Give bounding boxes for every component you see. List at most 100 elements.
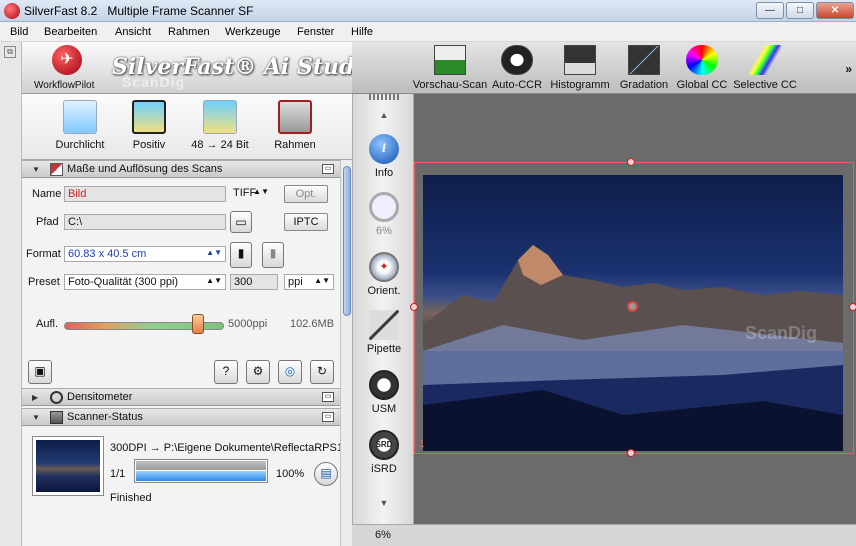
- collapse-triangle-icon[interactable]: ▼: [32, 165, 40, 174]
- resolution-slider-thumb[interactable]: [192, 314, 205, 334]
- thumbnail-image: [36, 440, 100, 492]
- tool-isrd[interactable]: SRD iSRD: [353, 430, 415, 475]
- title-bar: SilverFast 8.2 Multiple Frame Scanner SF…: [0, 0, 856, 22]
- info-icon: i: [369, 134, 399, 164]
- scanner-status-body: 300DPI → P:\Eigene Dokumente\ReflectaRPS…: [22, 430, 342, 546]
- menu-fenster[interactable]: Fenster: [297, 26, 334, 38]
- menu-hilfe[interactable]: Hilfe: [351, 26, 373, 38]
- drag-grip[interactable]: [369, 94, 399, 100]
- tool-label: Orient.: [367, 285, 401, 297]
- tool-auto-ccr[interactable]: Auto-CCR: [482, 45, 552, 91]
- section-title: Scanner-Status: [67, 411, 143, 423]
- ppi-unit-select[interactable]: ppi ▲▼: [284, 274, 334, 290]
- menu-ansicht[interactable]: Ansicht: [115, 26, 151, 38]
- scan-thumbnail: [32, 436, 104, 496]
- frame-handle-bottom[interactable]: [627, 449, 635, 457]
- transparency-icon: [63, 100, 97, 134]
- preset-select[interactable]: Foto-Qualität (300 ppi) ▲▼: [64, 274, 226, 290]
- settings-gear-icon[interactable]: ⚙: [246, 360, 270, 384]
- iptc-button[interactable]: IPTC: [284, 213, 328, 231]
- select-arrow-icon: ▲▼: [253, 187, 269, 196]
- minimize-button[interactable]: —: [756, 2, 784, 19]
- menu-rahmen[interactable]: Rahmen: [168, 26, 210, 38]
- magnifier-icon: [369, 192, 399, 222]
- dock-toggle-icon[interactable]: ⧉: [4, 46, 16, 58]
- ppi-input[interactable]: 300: [230, 274, 278, 290]
- path-field[interactable]: C:\: [64, 214, 226, 230]
- mode-positiv[interactable]: Positiv: [119, 100, 179, 151]
- tool-selective-cc[interactable]: Selective CC: [732, 45, 798, 91]
- silverfast-app-icon: [4, 3, 20, 19]
- scan-progress-bar: [134, 459, 268, 483]
- progress-fill: [136, 471, 266, 481]
- tool-global-cc[interactable]: Global CC: [672, 45, 732, 91]
- section-header-scanner-status[interactable]: ▼ Scanner-Status ▭: [22, 408, 340, 426]
- path-label: Pfad: [36, 216, 59, 228]
- section-header-densitometer[interactable]: ▶ Densitometer ▭: [22, 388, 340, 406]
- format-label: Format: [26, 248, 61, 260]
- preview-image: [423, 175, 843, 451]
- scan-frame[interactable]: 1 ScanDig: [410, 158, 856, 457]
- maximize-button[interactable]: □: [786, 2, 814, 19]
- scrollbar-thumb[interactable]: [343, 166, 351, 316]
- toolbar-overflow-icon[interactable]: »: [845, 62, 852, 76]
- scroll-up-icon[interactable]: ▲: [353, 110, 415, 120]
- name-label: Name: [32, 188, 62, 200]
- mode-label: 48 → 24 Bit: [191, 139, 249, 151]
- options-button[interactable]: Opt.: [284, 185, 328, 203]
- menu-werkzeuge[interactable]: Werkzeuge: [225, 26, 280, 38]
- folder-icon[interactable]: ▭: [230, 211, 252, 233]
- menu-bild[interactable]: Bild: [10, 26, 28, 38]
- popout-icon[interactable]: ▭: [322, 392, 334, 402]
- frame-handle-right[interactable]: [849, 303, 856, 311]
- select-arrow-icon: ▲▼: [206, 248, 222, 257]
- mode-rahmen[interactable]: Rahmen: [265, 100, 325, 151]
- section-header-scan-size[interactable]: ▼ Maße und Auflösung des Scans ▭: [22, 160, 340, 178]
- tool-preview-scan[interactable]: Vorschau-Scan: [410, 45, 490, 91]
- tool-gradation[interactable]: Gradation: [614, 45, 674, 91]
- mountain-landscape-image: [423, 245, 843, 451]
- progress-percent: 100%: [276, 468, 305, 480]
- tool-pipette[interactable]: Pipette: [353, 310, 415, 355]
- name-field[interactable]: Bild: [64, 186, 226, 202]
- save-icon[interactable]: ▣: [28, 360, 52, 384]
- preview-area[interactable]: 1 ScanDig: [410, 94, 856, 524]
- landscape-orientation-icon[interactable]: ▮: [262, 242, 284, 268]
- popout-icon[interactable]: ▭: [322, 412, 334, 422]
- frame-handle-top[interactable]: [627, 158, 635, 166]
- resolution-label: Aufl.: [36, 318, 59, 330]
- color-wheel-icon: [686, 45, 718, 75]
- scan-document-icon[interactable]: ▤: [314, 462, 338, 486]
- quicktime-icon[interactable]: ◎: [278, 360, 302, 384]
- scan-size-icon: [50, 163, 63, 176]
- mode-bar: Durchlicht Positiv 48 → 24 Bit Rahmen: [22, 94, 352, 160]
- gradation-icon: [628, 45, 660, 75]
- expand-triangle-icon[interactable]: ▶: [32, 393, 38, 402]
- frame-center-crosshair-icon[interactable]: [627, 301, 638, 312]
- reset-icon[interactable]: ↻: [310, 360, 334, 384]
- popout-icon[interactable]: ▭: [322, 164, 334, 174]
- mode-durchlicht[interactable]: Durchlicht: [50, 100, 110, 151]
- tool-orientation[interactable]: ✦ Orient.: [353, 252, 415, 297]
- format-select[interactable]: 60.83 x 40.5 cm ▲▼: [64, 246, 226, 262]
- workflowpilot-icon[interactable]: ✈: [52, 45, 82, 75]
- tool-histogram[interactable]: Histogramm: [548, 45, 612, 91]
- collapse-triangle-icon[interactable]: ▼: [32, 413, 40, 422]
- tool-info[interactable]: i Info: [353, 134, 415, 179]
- close-button[interactable]: ✕: [816, 2, 854, 19]
- window-title: SilverFast 8.2 Multiple Frame Scanner SF: [24, 4, 254, 18]
- tool-zoom[interactable]: 6%: [353, 192, 415, 237]
- workflowpilot-label[interactable]: WorkflowPilot: [34, 80, 94, 91]
- mode-bit-depth[interactable]: 48 → 24 Bit: [190, 100, 250, 151]
- tool-label: USM: [371, 403, 397, 415]
- tool-usm[interactable]: USM: [353, 370, 415, 415]
- portrait-orientation-icon[interactable]: ▮: [230, 242, 252, 268]
- densitometer-icon: [50, 391, 63, 404]
- scanner-icon: [50, 411, 63, 424]
- scroll-down-icon[interactable]: ▼: [353, 498, 415, 508]
- menu-bearbeiten[interactable]: Bearbeiten: [44, 26, 97, 38]
- frame-handle-left[interactable]: [410, 303, 418, 311]
- panel-scrollbar[interactable]: [340, 160, 352, 546]
- help-book-icon[interactable]: ?: [214, 360, 238, 384]
- file-format-select[interactable]: TIFF ▲▼: [230, 186, 272, 202]
